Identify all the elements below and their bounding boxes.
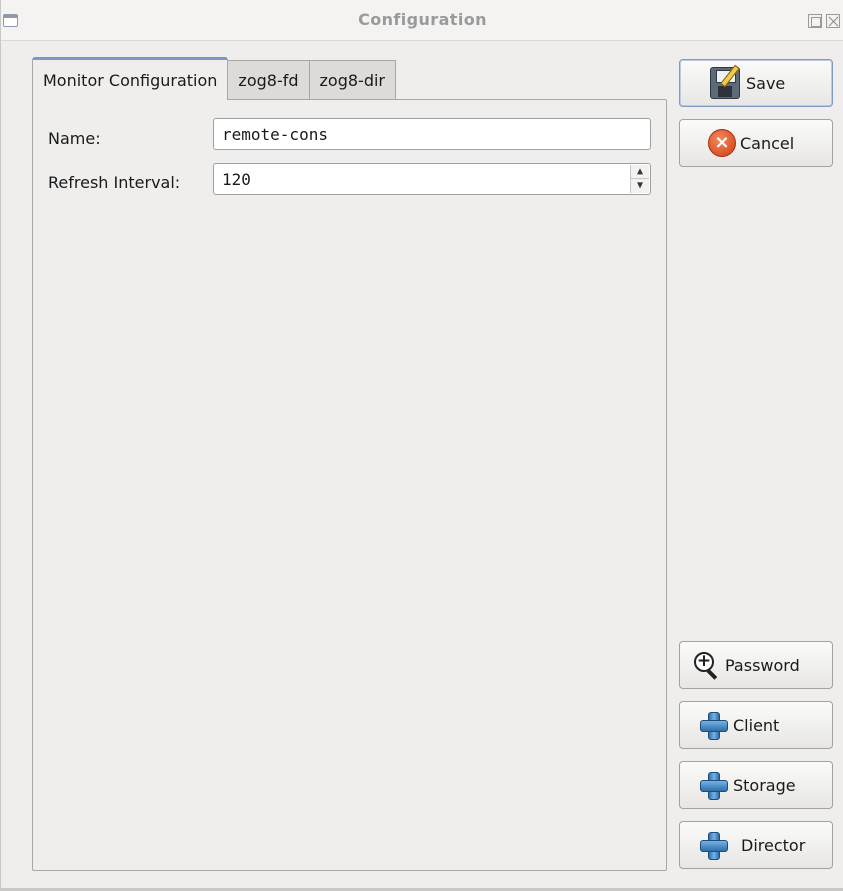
window-title: Configuration <box>358 10 487 29</box>
refresh-interval-label: Refresh Interval: <box>48 173 181 192</box>
spin-up-button[interactable]: ▲ <box>631 165 649 179</box>
spin-buttons: ▲ ▼ <box>630 165 649 193</box>
cancel-label: Cancel <box>740 133 795 153</box>
password-button[interactable]: + Password <box>679 641 833 689</box>
cancel-button[interactable]: × Cancel <box>679 119 833 167</box>
spin-down-button[interactable]: ▼ <box>631 179 649 193</box>
title-bar[interactable]: Configuration <box>1 0 843 41</box>
plus-icon <box>699 711 728 740</box>
tab-zog8-fd[interactable]: zog8-fd <box>227 60 310 100</box>
storage-label: Storage <box>733 775 796 795</box>
name-input[interactable]: remote-cons <box>213 118 651 150</box>
client-label: Client <box>733 715 780 735</box>
tab-bar: Monitor Configuration zog8-fd zog8-dir <box>32 57 396 100</box>
tab-monitor-configuration[interactable]: Monitor Configuration <box>32 57 229 100</box>
refresh-interval-spinbox[interactable]: 120 ▲ ▼ <box>213 163 651 195</box>
save-label: Save <box>746 73 786 93</box>
maximize-button[interactable] <box>808 14 822 28</box>
zoom-in-icon: + <box>693 651 721 680</box>
password-label: Password <box>725 655 800 675</box>
cancel-icon: × <box>708 129 736 157</box>
lens-handle <box>706 669 718 680</box>
storage-button[interactable]: Storage <box>679 761 833 809</box>
tab-zog8-dir[interactable]: zog8-dir <box>308 60 396 100</box>
close-button[interactable] <box>826 14 840 28</box>
plus-icon <box>699 771 728 800</box>
pencil-icon <box>720 64 740 88</box>
plus-icon <box>699 831 728 860</box>
save-button[interactable]: Save <box>679 59 833 107</box>
lens-shape: + <box>694 652 714 672</box>
client-button[interactable]: Client <box>679 701 833 749</box>
director-label: Director <box>741 835 806 855</box>
director-button[interactable]: Director <box>679 821 833 869</box>
refresh-interval-value: 120 <box>222 169 251 189</box>
configuration-window: Configuration Monitor Configuration zog8… <box>0 0 843 891</box>
name-label: Name: <box>48 129 101 148</box>
tab-panel: Name: remote-cons Refresh Interval: 120 … <box>32 99 667 871</box>
save-icon <box>710 64 740 99</box>
